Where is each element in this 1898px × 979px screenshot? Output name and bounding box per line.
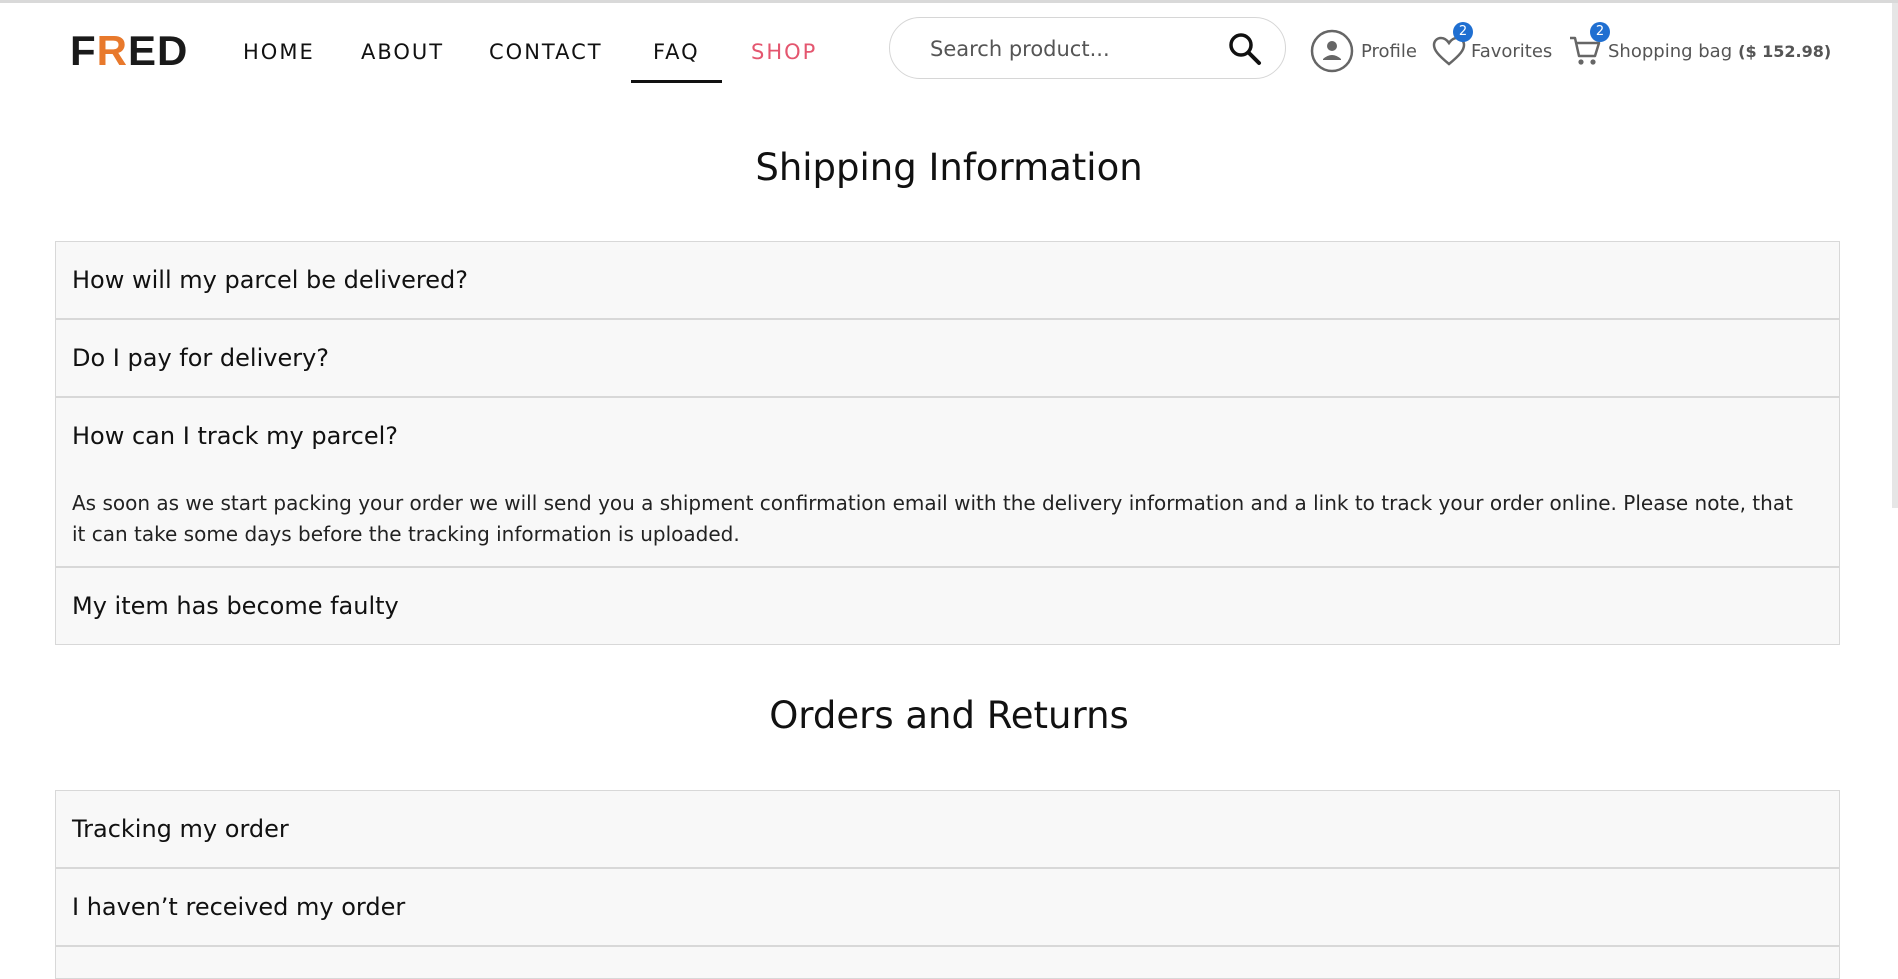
page-scrollbar[interactable] <box>1892 3 1898 508</box>
section-title-orders: Orders and Returns <box>769 694 1129 737</box>
faq-question[interactable]: Do I pay for delivery? <box>72 342 329 374</box>
nav-contact[interactable]: CONTACT <box>489 38 603 66</box>
faq-item-expanded[interactable]: How can I track my parcel? As soon as we… <box>55 397 1840 567</box>
logo[interactable]: FRED <box>70 28 188 74</box>
search-box <box>889 17 1286 79</box>
profile-link[interactable]: Profile <box>1361 38 1417 66</box>
faq-item[interactable]: Do I pay for delivery? <box>55 319 1840 397</box>
favorites-link[interactable]: Favorites <box>1471 38 1552 66</box>
nav-about[interactable]: ABOUT <box>361 38 444 66</box>
favorites-count-badge: 2 <box>1453 22 1473 42</box>
faq-question[interactable]: I haven’t received my order <box>72 891 405 923</box>
faq-question[interactable]: How will my parcel be delivered? <box>72 264 468 296</box>
faq-question[interactable]: My item has become faulty <box>72 590 399 622</box>
faq-answer: As soon as we start packing your order w… <box>72 491 1793 546</box>
logo-letter-f: F <box>70 27 97 74</box>
user-circle-icon[interactable] <box>1310 29 1354 77</box>
faq-question[interactable]: Tracking my order <box>72 813 289 845</box>
nav-faq[interactable]: FAQ <box>653 38 700 66</box>
search-input[interactable] <box>928 33 1202 65</box>
shopping-bag-link[interactable]: Shopping bag ($ 152.98) <box>1608 38 1831 66</box>
faq-item[interactable]: Tracking my order <box>55 790 1840 868</box>
logo-letters-ed: ED <box>128 27 189 74</box>
site-header: FRED HOME ABOUT CONTACT FAQ SHOP Profile <box>0 3 1898 98</box>
faq-question[interactable]: How can I track my parcel? <box>72 420 398 452</box>
faq-item[interactable]: My item has become faulty <box>55 567 1840 645</box>
bag-count-badge: 2 <box>1590 22 1610 42</box>
logo-letter-r: R <box>96 27 128 74</box>
section-title-shipping: Shipping Information <box>755 146 1143 189</box>
bag-total: ($ 152.98) <box>1738 42 1832 61</box>
faq-item[interactable]: How will my parcel be delivered? <box>55 241 1840 319</box>
faq-item-partial[interactable] <box>55 946 1840 979</box>
faq-item[interactable]: I haven’t received my order <box>55 868 1840 946</box>
nav-active-underline <box>631 80 722 83</box>
search-icon[interactable] <box>1227 31 1263 67</box>
shopping-bag-label: Shopping bag <box>1608 41 1733 62</box>
nav-home[interactable]: HOME <box>243 38 315 66</box>
nav-shop[interactable]: SHOP <box>751 38 817 66</box>
